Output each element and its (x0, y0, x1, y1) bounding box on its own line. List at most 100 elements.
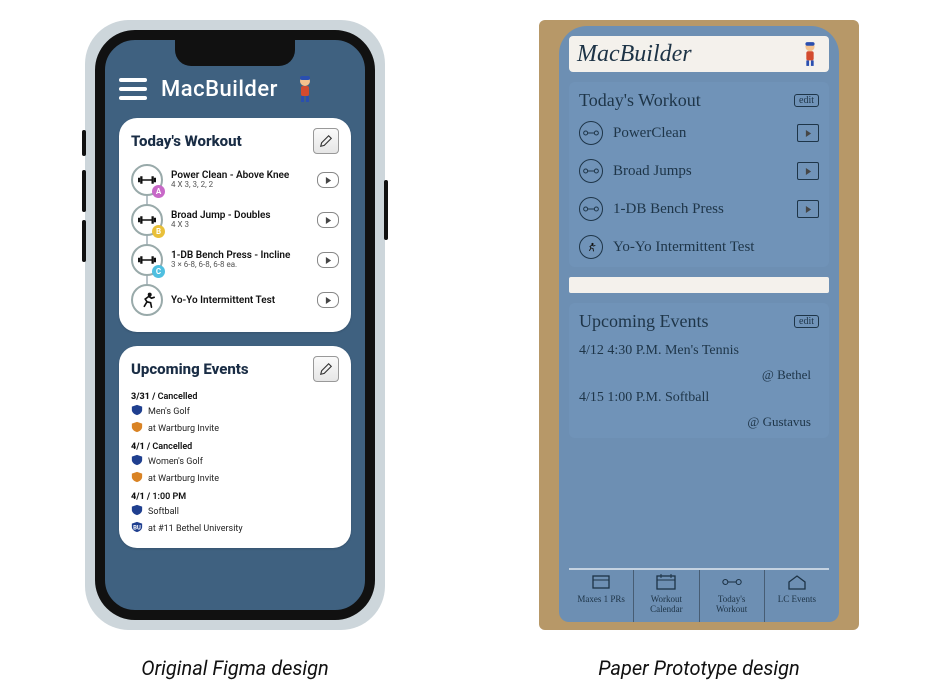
paper-event-line: 4/12 4:30 P.M. Men's Tennis (579, 342, 819, 361)
paper-tab[interactable]: Maxes 1 PRs (569, 570, 634, 622)
event-line[interactable]: BUat #11 Bethel University (131, 521, 339, 536)
iphone-mockup: MacBuilder Today's Workout (85, 20, 385, 630)
play-button[interactable] (317, 252, 339, 268)
paper-tab-label: Today's Workout (702, 594, 762, 614)
phone-side-button (384, 180, 388, 240)
app-screen: MacBuilder Today's Workout (105, 40, 365, 610)
event-status: Cancelled (158, 392, 198, 402)
paper-tab-bar: Maxes 1 PRs Workout CalendarToday's Worko… (569, 568, 829, 622)
mascot-icon (292, 74, 318, 104)
paper-event-location: @ Gustavus (579, 414, 819, 430)
play-button[interactable] (797, 124, 819, 142)
paper-events-title: Upcoming Events (579, 311, 708, 332)
paper-tab[interactable]: Workout Calendar (634, 570, 699, 622)
event-date: 3/31 (131, 392, 150, 402)
mascot-icon (799, 40, 821, 68)
paper-workout-card: Today's Workout edit PowerCleanBroad Jum… (569, 82, 829, 267)
workout-sets: 4 X 3 (171, 221, 309, 230)
app-topbar: MacBuilder (119, 74, 351, 104)
event-date: 4/1 (131, 442, 145, 452)
event-date-header: 4/1 / Cancelled (131, 442, 339, 452)
event-line[interactable]: at Wartburg Invite (131, 471, 339, 486)
runner-icon (131, 284, 163, 316)
workout-text: Power Clean - Above Knee4 X 3, 3, 2, 2 (171, 170, 309, 190)
edit-events-button[interactable] (313, 356, 339, 382)
play-button[interactable] (797, 200, 819, 218)
paper-event-line: 4/15 1:00 P.M. Softball (579, 389, 819, 408)
paper-workout-item[interactable]: Broad Jumps (579, 159, 819, 183)
event-line[interactable]: at Wartburg Invite (131, 421, 339, 436)
iphone-notch (175, 40, 295, 66)
paper-workout-name: Yo-Yo Intermittent Test (613, 239, 754, 256)
paper-workout-item[interactable]: 1-DB Bench Press (579, 197, 819, 221)
calendar-icon (656, 574, 676, 592)
paper-tab-label: LC Events (778, 594, 816, 604)
phone-side-button (82, 170, 86, 212)
workout-card-title: Today's Workout (131, 132, 242, 150)
paper-tab[interactable]: Today's Workout (700, 570, 765, 622)
event-date: 4/1 (131, 492, 145, 502)
pencil-icon (319, 134, 333, 148)
box-icon (591, 574, 611, 592)
edit-workout-button[interactable] (313, 128, 339, 154)
workout-item[interactable]: B Broad Jump - Doubles4 X 3 (131, 200, 339, 240)
play-button[interactable] (317, 172, 339, 188)
paper-workout-name: Broad Jumps (613, 163, 692, 180)
paper-caption: Paper Prototype design (534, 656, 864, 680)
workout-name: Broad Jump - Doubles (171, 210, 309, 221)
event-text: at Wartburg Invite (148, 474, 219, 484)
team-shield-icon: BU (131, 521, 143, 536)
set-badge: B (152, 225, 165, 238)
workout-text: 1-DB Bench Press - Incline3 × 6-8, 6-8, … (171, 250, 309, 270)
paper-event-location: @ Bethel (579, 367, 819, 383)
barbell-icon (579, 121, 603, 145)
runner-icon (579, 235, 603, 259)
paper-workout-name: 1-DB Bench Press (613, 201, 724, 218)
paper-spacer (569, 277, 829, 293)
event-line[interactable]: Women's Golf (131, 454, 339, 469)
paper-workout-item[interactable]: PowerClean (579, 121, 819, 145)
paper-tab-label: Maxes 1 PRs (577, 594, 625, 604)
event-text: Softball (148, 507, 179, 517)
paper-column: MacBuilder Today's Workout edit PowerCle… (534, 20, 864, 658)
workout-item[interactable]: C 1-DB Bench Press - Incline3 × 6-8, 6-8,… (131, 240, 339, 280)
paper-app-title: MacBuilder (577, 41, 692, 68)
paper-workout-name: PowerClean (613, 125, 686, 142)
barbell-icon (579, 159, 603, 183)
event-text: Women's Golf (148, 457, 203, 467)
comparison-stage: MacBuilder Today's Workout (0, 0, 944, 688)
team-shield-icon (131, 404, 143, 419)
play-button[interactable] (797, 162, 819, 180)
barbell-icon (722, 574, 742, 592)
event-date-header: 4/1 / 1:00 PM (131, 492, 339, 502)
barbell-icon: C (131, 244, 163, 276)
paper-tab[interactable]: LC Events (765, 570, 829, 622)
events-card-title: Upcoming Events (131, 360, 249, 378)
paper-edit-workout-button[interactable]: edit (794, 94, 819, 107)
workout-sets: 4 X 3, 3, 2, 2 (171, 181, 309, 190)
event-status: Cancelled (152, 442, 192, 452)
workout-item[interactable]: A Power Clean - Above Knee4 X 3, 3, 2, 2 (131, 160, 339, 200)
event-line[interactable]: Men's Golf (131, 404, 339, 419)
event-date-header: 3/31 / Cancelled (131, 392, 339, 402)
play-button[interactable] (317, 292, 339, 308)
paper-edit-events-button[interactable]: edit (794, 315, 819, 328)
paper-events-list: 4/12 4:30 P.M. Men's Tennis @ Bethel 4/15 … (579, 342, 819, 430)
team-shield-icon (131, 421, 143, 436)
team-shield-icon (131, 454, 143, 469)
workout-sets: 3 × 6-8, 6-8, 6-8 ea. (171, 261, 309, 270)
barbell-icon: B (131, 204, 163, 236)
paper-topbar: MacBuilder (569, 36, 829, 72)
menu-button[interactable] (119, 78, 147, 100)
workout-name: Yo-Yo Intermittent Test (171, 295, 309, 306)
pencil-icon (319, 362, 333, 376)
play-button[interactable] (317, 212, 339, 228)
set-badge: A (152, 185, 165, 198)
app-title: MacBuilder (161, 77, 278, 102)
set-badge: C (152, 265, 165, 278)
paper-workout-item[interactable]: Yo-Yo Intermittent Test (579, 235, 819, 259)
barbell-icon (579, 197, 603, 221)
event-line[interactable]: Softball (131, 504, 339, 519)
barbell-icon: A (131, 164, 163, 196)
workout-item[interactable]: Yo-Yo Intermittent Test (131, 280, 339, 320)
